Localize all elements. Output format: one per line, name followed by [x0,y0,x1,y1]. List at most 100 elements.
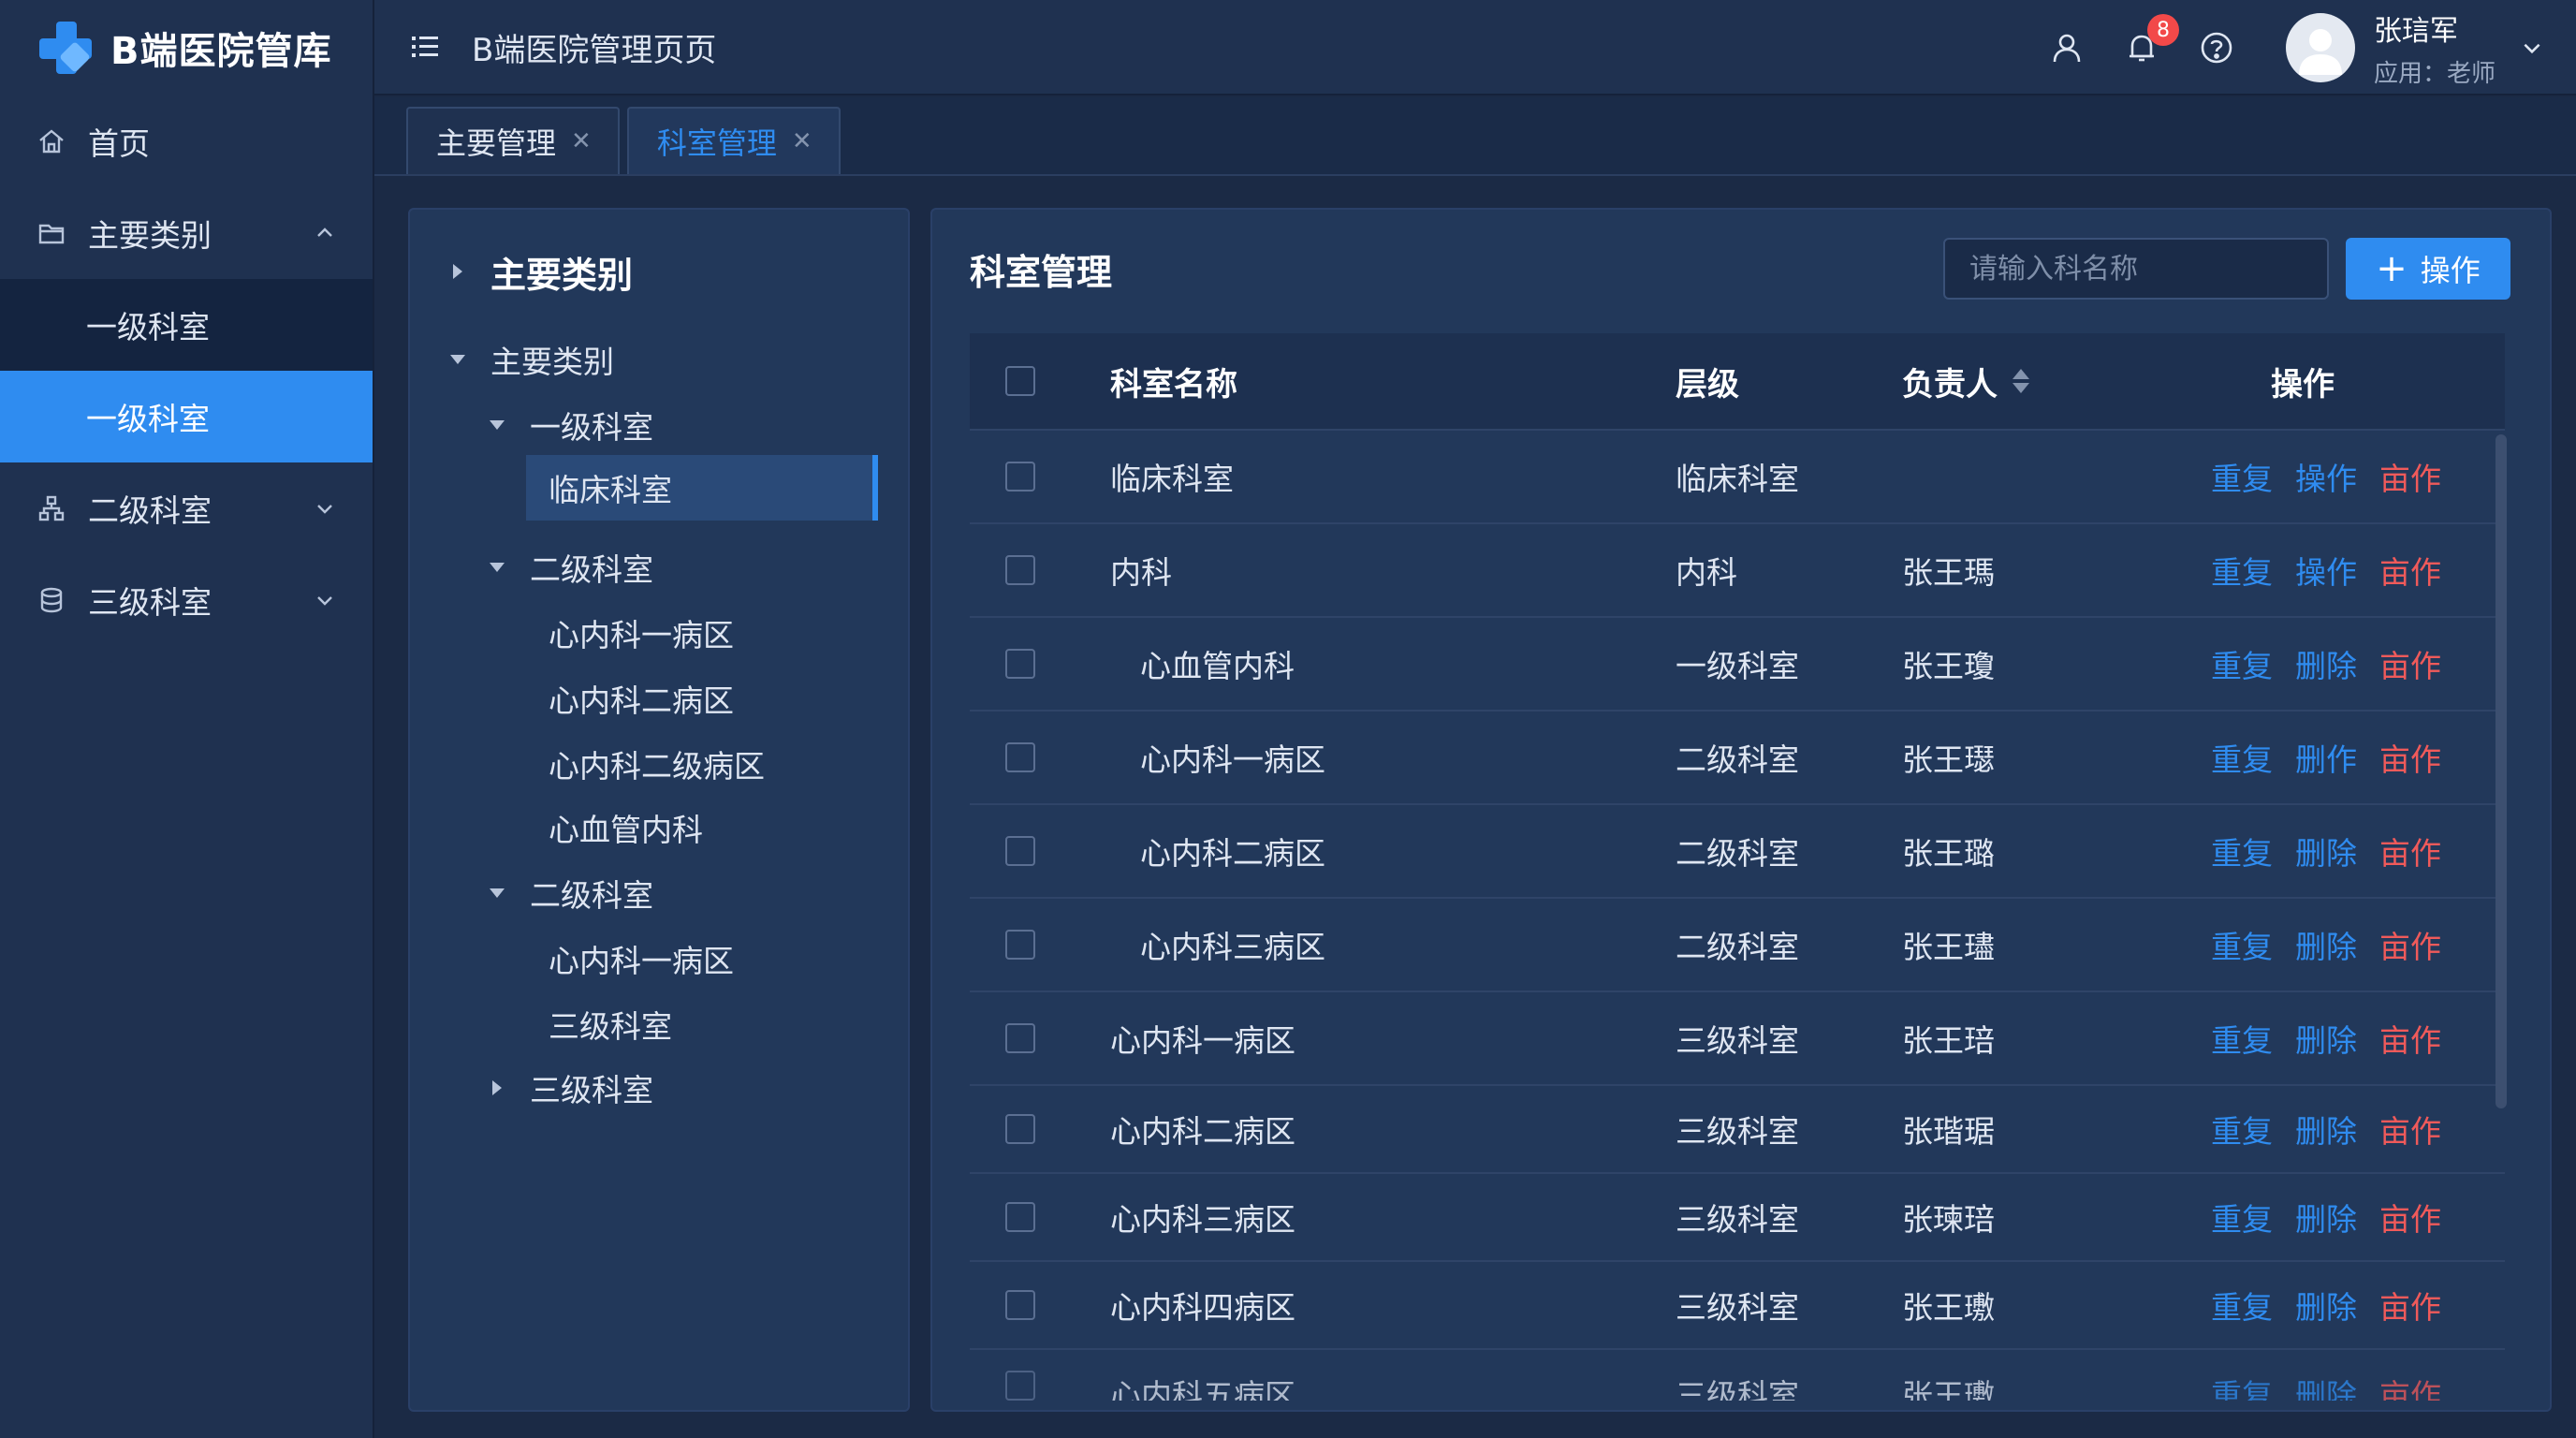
department-level: 临床科室 [1676,461,1799,497]
column-header-owner[interactable]: 负责人 [1902,359,2183,404]
tree-node-leaf[interactable]: 心内科二病区 [549,672,734,725]
department-name: 内科 [1110,554,1172,591]
table-row[interactable]: 心内科五病区 三级科室 张王璷 重复 删除 亩作 [970,1350,2505,1401]
tree-node-clinical-selected[interactable]: 临床科室 [526,455,878,521]
action-link[interactable]: 删除 [2295,1371,2357,1401]
close-icon[interactable]: ✕ [792,127,812,155]
delete-link[interactable]: 亩作 [2379,548,2441,593]
row-checkbox[interactable] [1005,742,1035,772]
repeat-link[interactable]: 重复 [2211,735,2273,780]
chevron-down-icon[interactable] [2518,34,2546,62]
tree-node-leaf[interactable]: 心血管内科 [549,801,703,854]
row-checkbox[interactable] [1005,1371,1035,1401]
tree-node-level1[interactable]: 一级科室 [487,399,653,451]
tab-department-management[interactable]: 科室管理 ✕ [626,107,841,174]
repeat-link[interactable]: 重复 [2211,829,2273,873]
logo[interactable]: B端医院管库 [0,0,373,95]
delete-link[interactable]: 亩作 [2379,1016,2441,1061]
row-checkbox[interactable] [1005,1202,1035,1232]
caret-down-icon [487,415,507,435]
row-checkbox[interactable] [1005,649,1035,679]
sidebar-item-level3[interactable]: 三级科室 [0,554,373,646]
action-link[interactable]: 删除 [2295,1195,2357,1240]
table-row[interactable]: 心内科一病区 三级科室 张王琣 重复 删除 亩作 [970,992,2505,1086]
action-link[interactable]: 删除 [2295,1283,2357,1328]
table-row[interactable]: 临床科室 临床科室 重复 操作 亩作 [970,431,2505,524]
delete-link[interactable]: 亩作 [2379,641,2441,686]
sidebar-item-level2[interactable]: 二级科室 [0,462,373,554]
menu-toggle-icon[interactable] [406,28,444,66]
column-header-level: 层级 [1676,365,1739,404]
action-link[interactable]: 删除 [2295,829,2357,873]
row-checkbox[interactable] [1005,836,1035,866]
sidebar-subitem-level1[interactable]: 一级科室 [0,279,373,371]
tree-root-title[interactable]: 主要类别 [447,243,633,300]
select-all-checkbox[interactable] [1005,366,1035,396]
row-checkbox[interactable] [1005,462,1035,492]
sidebar-item-home[interactable]: 首页 [0,95,373,187]
action-link[interactable]: 删除 [2295,641,2357,686]
delete-link[interactable]: 亩作 [2379,1283,2441,1328]
table-row[interactable]: 心内科三病区 三级科室 张瑓琣 重复 删除 亩作 [970,1174,2505,1262]
search-input[interactable] [1943,238,2329,300]
tree-node-leaf[interactable]: 心内科一病区 [549,932,734,985]
tree-node-level3[interactable]: 三级科室 [487,1062,653,1114]
table-row[interactable]: 内科 内科 张王瑪 重复 操作 亩作 [970,524,2505,618]
repeat-link[interactable]: 重复 [2211,641,2273,686]
repeat-link[interactable]: 重复 [2211,1016,2273,1061]
user-icon[interactable] [2046,27,2087,68]
repeat-link[interactable]: 重复 [2211,454,2273,499]
action-link[interactable]: 操作 [2295,454,2357,499]
action-link[interactable]: 删作 [2295,735,2357,780]
repeat-link[interactable]: 重复 [2211,548,2273,593]
repeat-link[interactable]: 重复 [2211,1195,2273,1240]
table-row[interactable]: 心内科四病区 三级科室 张王璷 重复 删除 亩作 [970,1262,2505,1350]
action-link[interactable]: 删除 [2295,1107,2357,1152]
tree-node-leaf[interactable]: 心内科一病区 [549,607,734,659]
tab-main-management[interactable]: 主要管理 ✕ [406,107,620,174]
tree-node-leaf[interactable]: 心内科二级病区 [549,738,765,790]
caret-right-icon [447,261,468,282]
bell-icon[interactable]: 8 [2121,14,2179,68]
row-checkbox[interactable] [1005,555,1035,585]
table-row[interactable]: 心血管内科 一级科室 张王瓊 重复 删除 亩作 [970,618,2505,712]
tree-node-level2-b[interactable]: 二级科室 [487,867,653,919]
tree-node-main-category[interactable]: 主要类别 [447,333,614,386]
repeat-link[interactable]: 重复 [2211,1371,2273,1401]
row-checkbox[interactable] [1005,1114,1035,1144]
repeat-link[interactable]: 重复 [2211,1283,2273,1328]
delete-link[interactable]: 亩作 [2379,1107,2441,1152]
row-checkbox[interactable] [1005,930,1035,960]
table-row[interactable]: 心内科二病区 二级科室 张王璐 重复 删除 亩作 [970,805,2505,899]
tree-node-level2[interactable]: 二级科室 [487,541,653,594]
avatar[interactable] [2285,13,2355,82]
action-link[interactable]: 操作 [2295,548,2357,593]
table-row[interactable]: 心内科二病区 三级科室 张瑎琚 重复 删除 亩作 [970,1086,2505,1174]
help-icon[interactable] [2196,27,2237,68]
tree-node-leaf[interactable]: 三级科室 [549,998,672,1050]
delete-link[interactable]: 亩作 [2379,735,2441,780]
delete-link[interactable]: 亩作 [2379,1371,2441,1401]
sidebar-subitem-level1-active[interactable]: 一级科室 [0,371,373,462]
delete-link[interactable]: 亩作 [2379,454,2441,499]
action-link[interactable]: 删除 [2295,922,2357,967]
repeat-link[interactable]: 重复 [2211,1107,2273,1152]
row-actions: 重复 删除 亩作 [2183,1195,2505,1240]
close-icon[interactable]: ✕ [571,127,592,155]
table-row[interactable]: 心内科一病区 二级科室 张王璱 重复 删作 亩作 [970,712,2505,805]
delete-link[interactable]: 亩作 [2379,922,2441,967]
tab-label: 科室管理 [656,125,777,161]
table-row[interactable]: 心内科三病区 二级科室 张王璶 重复 删除 亩作 [970,899,2505,992]
row-checkbox[interactable] [1005,1023,1035,1053]
table-scrollbar[interactable] [2496,434,2507,1108]
delete-link[interactable]: 亩作 [2379,1195,2441,1240]
user-info[interactable]: 张琂军 应用：老师 [2374,7,2496,89]
sidebar-item-main-category[interactable]: 主要类别 [0,187,373,279]
sort-icon[interactable] [2012,369,2029,393]
repeat-link[interactable]: 重复 [2211,922,2273,967]
delete-link[interactable]: 亩作 [2379,829,2441,873]
action-link[interactable]: 删除 [2295,1016,2357,1061]
department-name: 心内科四病区 [1110,1289,1295,1326]
add-button[interactable]: + 操作 [2346,238,2510,300]
row-checkbox[interactable] [1005,1290,1035,1320]
